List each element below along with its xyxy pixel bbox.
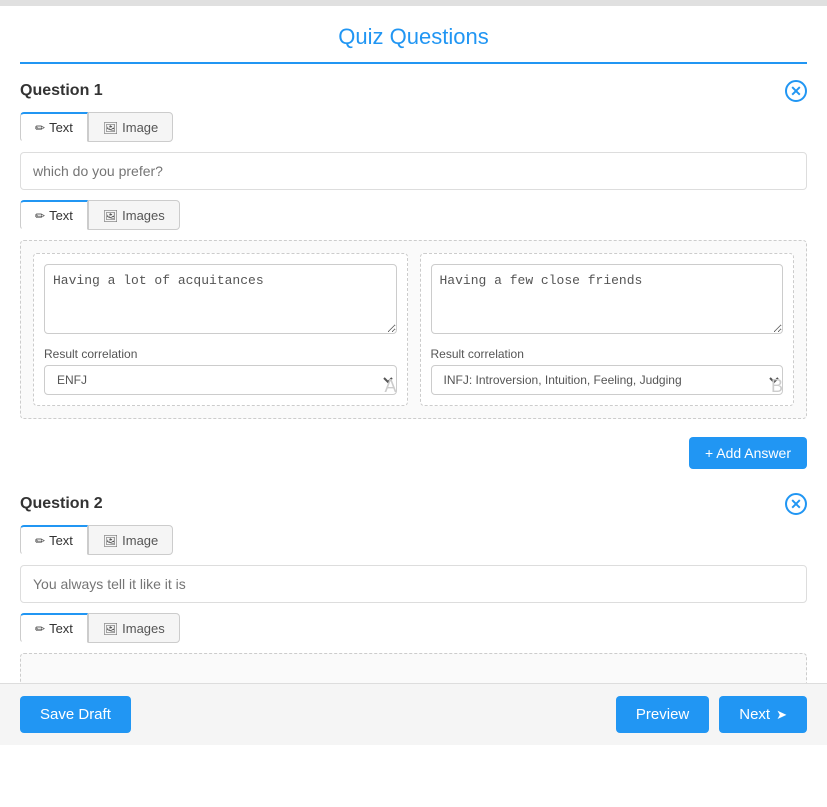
question-1-answer-tab-images[interactable]: Images	[88, 200, 180, 230]
pencil-icon-2	[35, 208, 45, 223]
question-1-tab-image[interactable]: Image	[88, 112, 173, 142]
question-1-block: Question 1 ✕ Text Image Text Images	[20, 80, 807, 469]
question-2-block: Question 2 ✕ Text Image Text Images	[20, 493, 807, 703]
question-1-answer-b-result-label: Result correlation	[431, 347, 784, 361]
question-1-answer-tabs: Text Images	[20, 200, 807, 230]
next-button[interactable]: Next	[719, 696, 807, 733]
pencil-icon	[35, 120, 45, 135]
footer: Save Draft Preview Next	[0, 683, 827, 745]
question-1-add-answer-container: + Add Answer	[20, 427, 807, 469]
image-icon-2	[103, 208, 118, 223]
question-1-answer-tab-text[interactable]: Text	[20, 200, 88, 230]
question-1-answer-b-select[interactable]: INFJ: Introversion, Intuition, Feeling, …	[431, 365, 784, 395]
question-2-answer-tab-text[interactable]: Text	[20, 613, 88, 643]
footer-right: Preview Next	[616, 696, 807, 733]
pencil-icon-4	[35, 621, 45, 636]
question-1-answer-a-result-label: Result correlation	[44, 347, 397, 361]
save-draft-button[interactable]: Save Draft	[20, 696, 131, 733]
pencil-icon-3	[35, 533, 45, 548]
question-1-add-answer-button[interactable]: + Add Answer	[689, 437, 807, 469]
page-title-container: Quiz Questions	[20, 6, 807, 64]
question-2-answer-tab-images[interactable]: Images	[88, 613, 180, 643]
question-1-header: Question 1 ✕	[20, 80, 807, 102]
question-2-header: Question 2 ✕	[20, 493, 807, 515]
question-1-close-icon[interactable]: ✕	[785, 80, 807, 102]
question-2-tab-text[interactable]: Text	[20, 525, 88, 555]
question-1-label: Question 1	[20, 82, 103, 100]
question-1-top-tabs: Text Image	[20, 112, 807, 142]
question-2-tab-image[interactable]: Image	[88, 525, 173, 555]
image-icon	[103, 120, 118, 135]
question-2-close-icon[interactable]: ✕	[785, 493, 807, 515]
question-1-answer-a: Having a lot of acquitances Result corre…	[33, 253, 408, 406]
preview-button[interactable]: Preview	[616, 696, 709, 733]
image-icon-4	[103, 621, 118, 636]
question-1-answer-b-textarea[interactable]: Having a few close friends	[431, 264, 784, 334]
question-2-answer-tabs: Text Images	[20, 613, 807, 643]
question-1-tab-text[interactable]: Text	[20, 112, 88, 142]
arrow-right-icon	[776, 706, 787, 723]
question-1-answer-a-select[interactable]: ENFJ INFJ ENFP INFP	[44, 365, 397, 395]
question-2-label: Question 2	[20, 495, 103, 513]
question-1-answers: Having a lot of acquitances Result corre…	[20, 240, 807, 419]
image-icon-3	[103, 533, 118, 548]
question-2-input[interactable]	[20, 565, 807, 603]
question-2-top-tabs: Text Image	[20, 525, 807, 555]
question-1-answer-a-textarea[interactable]: Having a lot of acquitances	[44, 264, 397, 334]
page-title: Quiz Questions	[20, 24, 807, 50]
question-1-answer-b-letter: B	[771, 376, 783, 397]
question-1-input[interactable]	[20, 152, 807, 190]
question-1-answer-b: Having a few close friends Result correl…	[420, 253, 795, 406]
question-1-answer-a-letter: A	[384, 376, 396, 397]
